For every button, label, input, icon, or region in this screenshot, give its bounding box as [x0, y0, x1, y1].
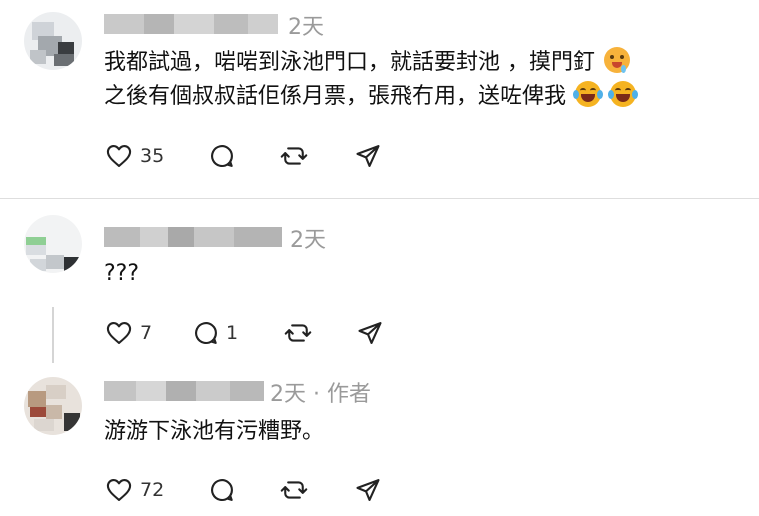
timestamp: 2天 [288, 15, 324, 40]
author-name-blurred[interactable] [104, 381, 264, 401]
reply-button[interactable] [208, 475, 236, 505]
action-bar: 72 [104, 475, 404, 505]
like-button[interactable]: 35 [104, 141, 164, 171]
comment-2: 2天 ??? 7 1 [0, 199, 759, 369]
like-count: 7 [140, 322, 153, 344]
share-button[interactable] [356, 318, 384, 348]
repost-icon [284, 324, 312, 342]
drooling-face-emoji [604, 47, 630, 73]
comment-line: ??? [104, 261, 140, 286]
share-button[interactable] [354, 475, 382, 505]
comment-bubble-icon [211, 479, 233, 502]
author-name-blurred[interactable] [104, 227, 282, 247]
repost-icon [280, 481, 308, 499]
repost-button[interactable] [280, 141, 308, 171]
repost-button[interactable] [284, 318, 312, 348]
action-bar: 35 [104, 141, 404, 171]
author-name-blurred[interactable] [104, 14, 278, 34]
send-icon [356, 479, 380, 501]
avatar[interactable] [24, 12, 82, 70]
like-count: 35 [140, 145, 165, 167]
comment-3: 2天 · 作者 游游下泳池有污糟野。 72 [0, 369, 759, 516]
avatar[interactable] [24, 215, 82, 273]
reply-button[interactable]: 1 [192, 318, 238, 348]
face-with-tears-of-joy-emoji [573, 81, 604, 107]
repost-icon [280, 147, 308, 165]
reply-button[interactable] [208, 141, 242, 171]
send-icon [356, 145, 380, 167]
timestamp: 2天 [290, 228, 326, 253]
repost-button[interactable] [280, 475, 308, 505]
like-count: 72 [140, 479, 165, 501]
thread-line [52, 307, 54, 363]
send-icon [358, 322, 382, 344]
comment-line: 游游下泳池有污糟野。 [104, 419, 325, 444]
face-with-tears-of-joy-emoji [608, 81, 639, 107]
heart-icon [106, 322, 132, 344]
heart-icon [106, 479, 132, 501]
comment-text: 游游下泳池有污糟野。 [104, 415, 324, 449]
action-bar: 7 1 [104, 318, 404, 348]
comment-line: 我都試過，啱啱到泳池門口，就話要封池 ，摸門釘 [104, 46, 636, 80]
comment-bubble-icon [195, 322, 217, 345]
comment-1: 2天 我都試過，啱啱到泳池門口，就話要封池 ，摸門釘 之後有個叔叔話佢係月票，張… [0, 0, 759, 198]
avatar[interactable] [24, 377, 82, 435]
comment-text: 我都試過，啱啱到泳池門口，就話要封池 ，摸門釘 之後有個叔叔話佢係月票，張飛冇用… [104, 46, 639, 114]
timestamp: 2天 · 作者 [270, 382, 371, 407]
heart-icon [106, 145, 132, 167]
comment-line: 之後有個叔叔話佢係月票，張飛冇用，送咗俾我 [104, 80, 639, 114]
comment-text: ??? [104, 257, 139, 291]
author-badge: · 作者 [313, 382, 371, 407]
comment-bubble-icon [211, 145, 233, 168]
reply-count: 1 [226, 322, 239, 344]
like-button[interactable]: 72 [104, 475, 164, 505]
share-button[interactable] [354, 141, 382, 171]
like-button[interactable]: 7 [104, 318, 152, 348]
